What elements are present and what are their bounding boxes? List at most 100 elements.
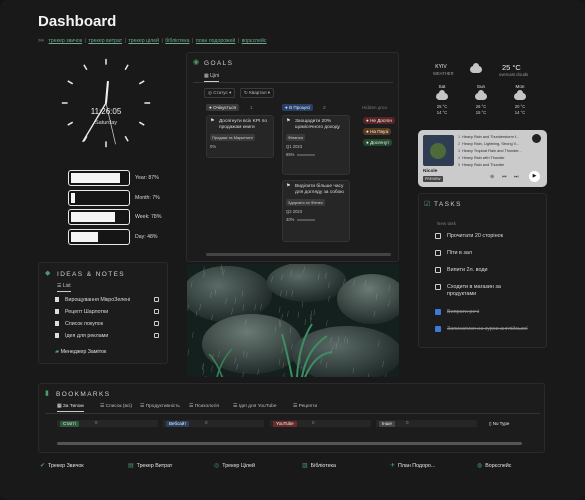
goals-scrollbar[interactable] <box>206 253 391 256</box>
task-checkbox[interactable] <box>435 284 441 290</box>
note-checkbox[interactable] <box>154 321 159 326</box>
goals-icon: ◉ <box>193 59 200 66</box>
note-checkbox[interactable] <box>154 297 159 302</box>
nav-link-travel[interactable]: план подорожей <box>196 38 235 44</box>
playlist-track[interactable]: 5 Heavy Rain and Thunder <box>458 163 504 167</box>
bookmarks-tab-all[interactable]: ☰ Список (всі) <box>100 404 132 409</box>
footer-link-travel[interactable]: ✈ План Подоро... <box>390 462 435 469</box>
status-achieved[interactable]: ● Досягнут <box>363 139 393 146</box>
task-checkbox[interactable] <box>435 250 441 256</box>
month-progress-bar <box>68 190 130 206</box>
goals-view-tab[interactable]: ▦ Цілі <box>204 73 219 82</box>
note-item[interactable]: Список покупок <box>55 321 159 327</box>
analog-clock <box>61 58 151 148</box>
task-checkbox[interactable] <box>435 233 441 239</box>
bookmark-group-youtube[interactable]: YouTube 0 <box>270 420 371 427</box>
quick-nav: >> трекер звичок | трекер витрат | треке… <box>38 38 266 44</box>
notes-manager-label: Менеджер Заміток <box>60 349 107 355</box>
bookmark-group-no-type[interactable]: ▯ No Type <box>483 420 539 427</box>
bookmarks-tab-by-type[interactable]: ▦ За Типом <box>57 404 84 412</box>
bookmarks-tab-psychology[interactable]: ☰ Психологія <box>189 404 219 409</box>
bookmarks-tab-productivity[interactable]: ☰ Продуктивність <box>140 404 180 409</box>
goal-card-kpi[interactable]: ⚑ Досягнути всіх KPI по продажам книги П… <box>206 115 274 158</box>
next-icon[interactable]: ⏭ <box>514 174 519 180</box>
column-in-progress-count: 2 <box>323 105 326 110</box>
new-task-button[interactable]: New task <box>437 221 456 226</box>
nav-separator: | <box>124 38 126 44</box>
bookmarks-tab-youtube-ideas[interactable]: ☰ Ідеї для YouTube <box>233 404 276 409</box>
nav-link-expenses[interactable]: трекер витрат <box>88 38 122 44</box>
task-checkbox[interactable] <box>435 326 441 332</box>
progress-fill <box>71 232 98 242</box>
note-item[interactable]: Ідея для реклами <box>55 333 159 339</box>
lightbulb-icon: ◆ <box>45 270 51 277</box>
note-checkbox[interactable] <box>154 333 159 338</box>
footer-link-goals[interactable]: ◎ Трекер Цілей <box>214 462 255 469</box>
ideas-view-label: List <box>62 283 71 289</box>
notes-manager-link[interactable]: ▰ Менеджер Заміток <box>55 349 106 355</box>
playlist-track[interactable]: 1 Heavy Rain and Thunderstorm f... <box>458 135 519 139</box>
bookmark-group-website[interactable]: Вебсайт 0 <box>163 420 264 427</box>
weather-city: KYIV <box>435 64 447 70</box>
play-button[interactable]: ▶ <box>529 171 540 182</box>
playlist-track[interactable]: 2 Heavy Rain, Lightning, Strong V... <box>458 142 519 146</box>
ideas-view-tab[interactable]: ☰ List <box>57 283 71 292</box>
clock-digital-time: 11:26:05 <box>90 107 122 116</box>
clock-tick <box>67 80 74 85</box>
status-not-achieved[interactable]: ● Не Досягн <box>363 117 395 124</box>
task-checkbox[interactable] <box>435 267 441 273</box>
note-item[interactable]: Вирощування МікроЗелені <box>55 297 159 303</box>
book-icon: ▥ <box>302 463 308 469</box>
tab-label: Психологія <box>194 404 220 409</box>
bookmark-group-articles[interactable]: Статті 0 <box>57 420 158 427</box>
footer-link-expenses[interactable]: ▤ Трекер Витрат <box>128 462 172 469</box>
footer-link-habits[interactable]: ✔ Трекер Звичок <box>40 462 84 469</box>
previous-icon[interactable]: ⏮ <box>502 174 507 180</box>
check-icon: ✔ <box>40 463 46 469</box>
track-title: Heavy Rain with Thunder <box>462 156 505 160</box>
note-item[interactable]: Рецепт Шарлотки <box>55 309 159 315</box>
bookmarks-scrollbar[interactable] <box>57 442 522 445</box>
footer-link-label: Ворєспейс <box>485 463 512 469</box>
cloud-icon <box>514 90 526 100</box>
filter-quarter[interactable]: ↻ Квартал ▾ <box>240 88 275 98</box>
nav-link-goals[interactable]: трекер цілей <box>128 38 159 44</box>
footer-link-label: Трекер Цілей <box>222 463 255 469</box>
nav-link-workspace[interactable]: ворєспейс <box>242 38 267 44</box>
status-paused[interactable]: ● На Паузі <box>363 128 392 135</box>
forecast-day: Sun <box>476 84 486 89</box>
bookmark-group-other[interactable]: Інше 0 <box>376 420 477 427</box>
goal-card-tag: Продажі та Маркетинг <box>210 134 256 141</box>
group-label: YouTube <box>273 420 297 427</box>
group-label: Інше <box>379 420 395 427</box>
footer-link-workspace[interactable]: ◍ Ворєспейс <box>477 462 511 469</box>
goal-card-savings[interactable]: ⚑ Заощадити 20% щомісячного доходу Фінан… <box>282 115 350 175</box>
column-pending[interactable]: ● Очікується <box>206 104 240 111</box>
nav-link-habits[interactable]: трекер звичок <box>49 38 83 44</box>
document-icon <box>55 309 59 315</box>
column-in-progress[interactable]: ● В Процесі <box>282 104 314 111</box>
progress-fill <box>71 212 115 222</box>
weather-description: overcast clouds <box>499 72 529 77</box>
task-text: Випити 2л. води <box>447 266 488 273</box>
bookmarks-tab-recipes[interactable]: ☰ Рецепти <box>293 404 317 409</box>
save-icon[interactable]: ⊕ <box>490 174 494 180</box>
tasks-title: TASKS <box>434 201 462 208</box>
tab-label: Ідеї для YouTube <box>238 404 277 409</box>
folder-icon: ▰ <box>55 349 60 355</box>
ideas-title: IDEAS & NOTES <box>57 271 126 278</box>
playlist-track[interactable]: 4 Heavy Rain with Thunder <box>458 156 505 160</box>
checkbox-icon: ☑ <box>424 201 431 208</box>
goal-card-percent-value: 40% <box>286 217 295 222</box>
filter-status[interactable]: ◎ Статус ▾ <box>204 88 236 98</box>
spotify-player[interactable]: 1 Heavy Rain and Thunderstorm f... 2 Heavy… <box>418 130 547 187</box>
note-checkbox[interactable] <box>154 309 159 314</box>
playlist-track[interactable]: 3 Heavy Tropical Rain and Thunder... <box>458 149 522 153</box>
cloud-icon <box>470 63 482 73</box>
group-count: 0 <box>312 420 315 425</box>
goal-card-selfcare[interactable]: ⚑ Виділити більше часу для догляду за со… <box>282 180 350 242</box>
goal-card-bar <box>297 153 316 156</box>
footer-link-library[interactable]: ▥ Бібліотека <box>302 462 336 469</box>
task-checkbox[interactable] <box>435 309 441 315</box>
nav-link-library[interactable]: бібліотека <box>165 38 189 44</box>
